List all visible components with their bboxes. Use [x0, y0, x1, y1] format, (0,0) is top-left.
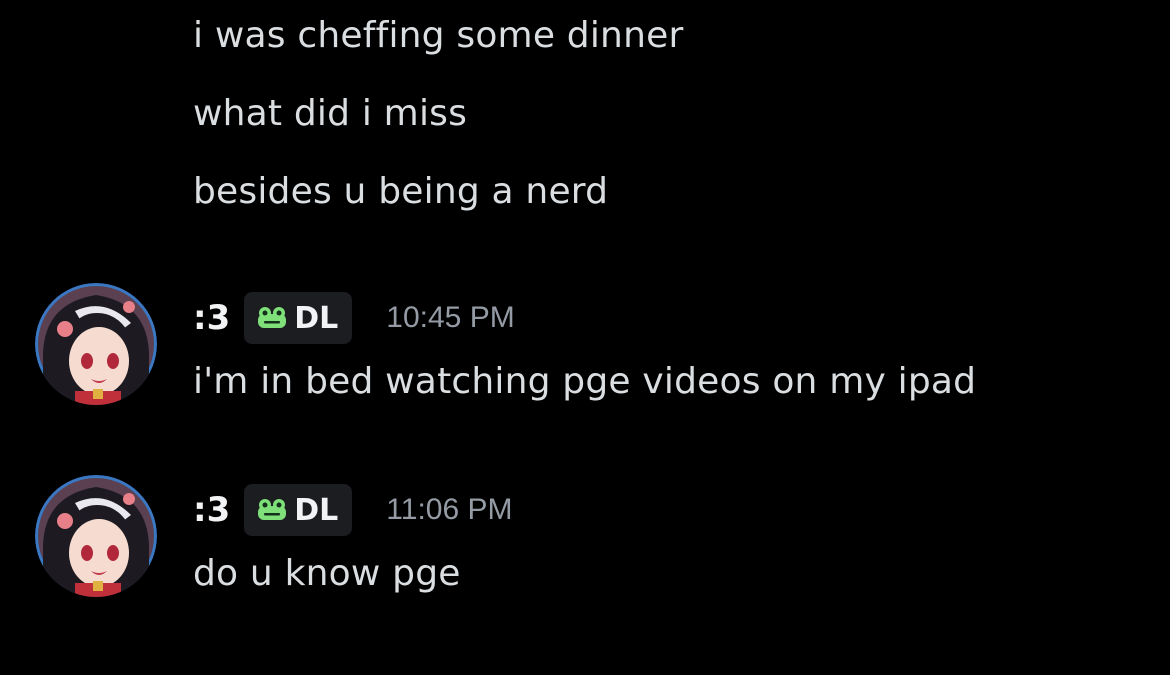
username[interactable]: :3	[193, 298, 230, 338]
message-header: :3 DL 11:06 PM	[193, 484, 512, 536]
message-text: do u know pge	[193, 553, 461, 594]
timestamp[interactable]: 10:45 PM	[386, 301, 514, 335]
server-tag-label: DL	[294, 492, 339, 528]
avatar[interactable]	[35, 475, 157, 597]
chat-log: i was cheffing some dinner what did i mi…	[0, 0, 1170, 675]
message-text: i'm in bed watching pge videos on my ipa…	[193, 361, 977, 402]
username[interactable]: :3	[193, 490, 230, 530]
frog-icon	[258, 307, 287, 328]
message-text: what did i miss	[193, 93, 468, 134]
message-header: :3 DL 10:45 PM	[193, 292, 515, 344]
avatar[interactable]	[35, 283, 157, 405]
server-tag[interactable]: DL	[244, 484, 353, 536]
server-tag[interactable]: DL	[244, 292, 353, 344]
frog-icon	[258, 499, 287, 520]
message-text: besides u being a nerd	[193, 171, 609, 212]
server-tag-label: DL	[294, 300, 339, 336]
message-text: i was cheffing some dinner	[193, 15, 684, 56]
timestamp[interactable]: 11:06 PM	[386, 493, 512, 527]
